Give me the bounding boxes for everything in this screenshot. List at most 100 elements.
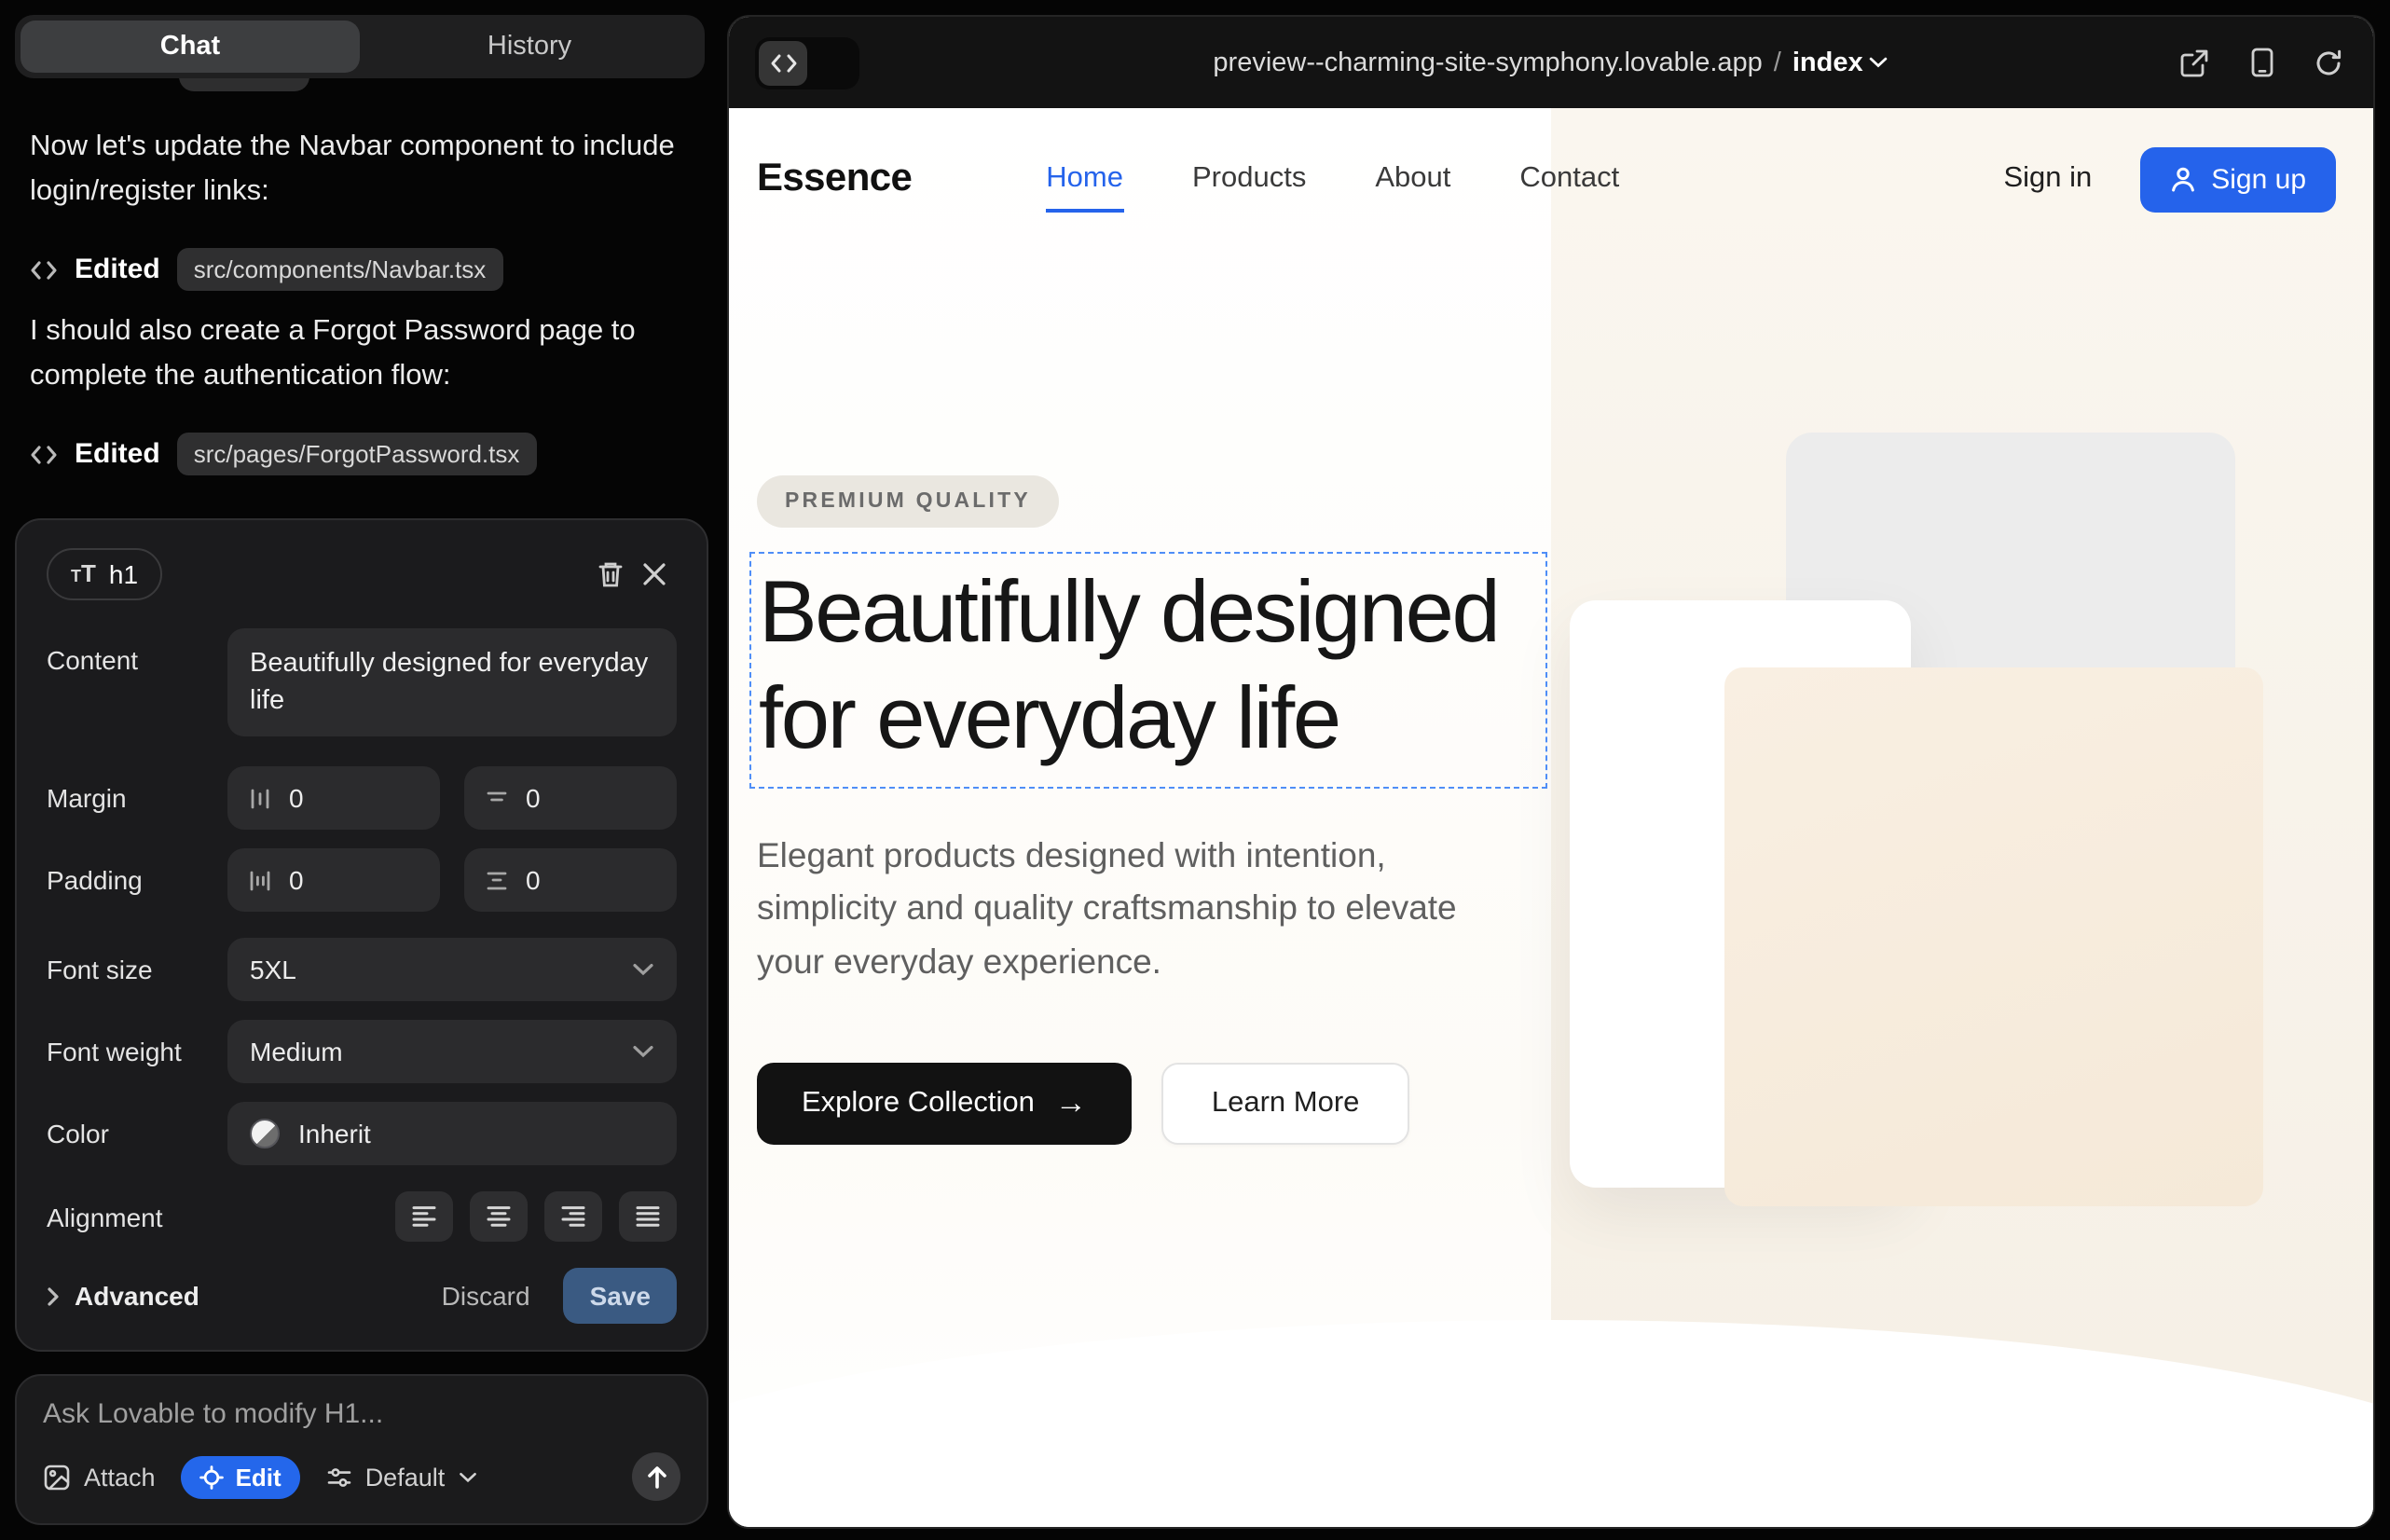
content-row: Content Beautifully designed for everyda… xyxy=(47,628,677,736)
nav-link-about[interactable]: About xyxy=(1375,162,1450,196)
font-size-select[interactable]: 5XL xyxy=(227,938,677,1001)
chat-composer: Attach Edit Default xyxy=(15,1374,708,1525)
hero-section: PREMIUM QUALITY Beautifully designed for… xyxy=(729,250,2373,1144)
explore-collection-button[interactable]: Explore Collection → xyxy=(757,1062,1132,1144)
quality-badge: PREMIUM QUALITY xyxy=(757,475,1059,528)
sliders-icon xyxy=(326,1464,352,1489)
font-size-row: Font size 5XL xyxy=(47,938,677,1001)
site-nav-links: Home Products About Contact xyxy=(1046,162,1619,196)
align-right-icon xyxy=(559,1204,587,1229)
site-logo[interactable]: Essence xyxy=(757,157,912,201)
delete-element-button[interactable] xyxy=(587,552,632,597)
edit-mode-button[interactable]: Edit xyxy=(182,1455,300,1498)
edit-target-icon xyxy=(200,1464,225,1489)
align-right-button[interactable] xyxy=(544,1191,602,1242)
editor-header: TT h1 xyxy=(47,546,677,602)
code-icon xyxy=(30,258,58,281)
code-icon xyxy=(30,443,58,465)
discard-button[interactable]: Discard xyxy=(442,1281,530,1311)
edited-file-row: Edited src/pages/ForgotPassword.tsx xyxy=(30,433,536,475)
nav-link-home[interactable]: Home xyxy=(1046,162,1123,196)
model-default-select[interactable]: Default xyxy=(326,1463,477,1491)
code-view-toggle xyxy=(755,36,859,89)
hero-heading[interactable]: Beautifully designed for everyday life xyxy=(759,557,1538,771)
margin-vertical-input[interactable] xyxy=(464,766,677,830)
sign-in-link[interactable]: Sign in xyxy=(2003,162,2092,196)
color-swatch xyxy=(250,1119,280,1148)
margin-horizontal-input[interactable] xyxy=(227,766,440,830)
padding-horizontal-input[interactable] xyxy=(227,848,440,912)
send-button[interactable] xyxy=(632,1452,680,1501)
nav-link-contact[interactable]: Contact xyxy=(1519,162,1619,196)
tab-chat[interactable]: Chat xyxy=(21,21,360,73)
element-tag: h1 xyxy=(109,559,138,589)
arrow-up-icon xyxy=(646,1464,666,1489)
content-textarea[interactable]: Beautifully designed for everyday life xyxy=(227,628,677,736)
attach-image-icon xyxy=(43,1463,71,1491)
sign-up-button[interactable]: Sign up xyxy=(2140,146,2336,212)
code-icon xyxy=(769,51,797,74)
preview-toggle-button[interactable] xyxy=(807,40,856,85)
chevron-down-icon xyxy=(1869,56,1889,69)
mobile-view-button[interactable] xyxy=(2243,44,2280,81)
app-window: Chat History Now let's update the Navbar… xyxy=(0,0,2390,1540)
font-weight-select[interactable]: Medium xyxy=(227,1020,677,1083)
open-external-button[interactable] xyxy=(2176,44,2213,81)
url-bar: preview--charming-site-symphony.lovable.… xyxy=(729,48,2373,77)
tab-history[interactable]: History xyxy=(360,21,699,73)
padding-vertical-icon xyxy=(485,868,509,892)
preview-toolbar: preview--charming-site-symphony.lovable.… xyxy=(729,17,2373,108)
close-icon[interactable] xyxy=(632,552,677,597)
padding-vertical-input[interactable] xyxy=(464,848,677,912)
code-toggle-button[interactable] xyxy=(759,40,807,85)
chat-message: Now let's update the Navbar component to… xyxy=(30,125,686,214)
attach-button[interactable]: Attach xyxy=(43,1463,156,1491)
chevron-down-icon xyxy=(632,962,654,977)
composer-input[interactable] xyxy=(43,1398,680,1430)
font-size-label: Font size xyxy=(47,955,227,984)
hero-paragraph: Elegant products designed with intention… xyxy=(757,829,1488,989)
editor-footer: Advanced Discard Save xyxy=(47,1268,677,1324)
margin-vertical-icon xyxy=(485,786,509,810)
learn-more-button[interactable]: Learn More xyxy=(1161,1062,1410,1144)
content-label: Content xyxy=(47,628,227,675)
mobile-icon xyxy=(2249,47,2273,78)
font-weight-row: Font weight Medium xyxy=(47,1020,677,1083)
preview-url[interactable]: preview--charming-site-symphony.lovable.… xyxy=(1213,48,1762,77)
color-row: Color Inherit xyxy=(47,1102,677,1165)
align-left-button[interactable] xyxy=(395,1191,453,1242)
text-size-icon: TT xyxy=(71,559,96,589)
padding-horizontal-icon xyxy=(248,868,272,892)
align-center-button[interactable] xyxy=(470,1191,528,1242)
font-weight-label: Font weight xyxy=(47,1037,227,1066)
chat-history-tabbar: Chat History xyxy=(15,15,705,78)
refresh-button[interactable] xyxy=(2310,44,2347,81)
margin-row: Margin xyxy=(47,766,677,830)
edited-file-pill[interactable]: src/components/Navbar.tsx xyxy=(177,248,503,291)
align-justify-icon xyxy=(634,1204,662,1229)
chat-message: I should also create a Forgot Password p… xyxy=(30,309,686,399)
element-editor-panel: TT h1 Content Beautifully designed for e… xyxy=(15,518,708,1352)
edited-label: Edited xyxy=(75,438,160,470)
site-navbar: Essence Home Products About Contact Sign… xyxy=(729,108,2373,250)
advanced-toggle[interactable]: Advanced xyxy=(47,1281,199,1311)
nav-link-products[interactable]: Products xyxy=(1192,162,1306,196)
page-selector[interactable]: index xyxy=(1792,48,1889,77)
alignment-row: Alignment xyxy=(47,1191,677,1242)
site-preview: Essence Home Products About Contact Sign… xyxy=(729,108,2373,1529)
align-left-icon xyxy=(410,1204,438,1229)
save-button[interactable]: Save xyxy=(564,1268,677,1324)
edited-file-row: Edited src/components/Navbar.tsx xyxy=(30,248,502,291)
color-select[interactable]: Inherit xyxy=(227,1102,677,1165)
selected-element-pill[interactable]: TT h1 xyxy=(47,548,162,600)
arrow-right-icon: → xyxy=(1055,1084,1087,1121)
align-justify-button[interactable] xyxy=(619,1191,677,1242)
chat-sidebar: Chat History Now let's update the Navbar… xyxy=(0,0,727,1540)
selected-h1-outline[interactable]: Beautifully designed for everyday life xyxy=(749,552,1547,788)
align-center-icon xyxy=(485,1204,513,1229)
padding-label: Padding xyxy=(47,865,227,895)
margin-horizontal-icon xyxy=(248,786,272,810)
user-icon xyxy=(2170,166,2196,192)
padding-row: Padding xyxy=(47,848,677,912)
edited-file-pill[interactable]: src/pages/ForgotPassword.tsx xyxy=(177,433,537,475)
